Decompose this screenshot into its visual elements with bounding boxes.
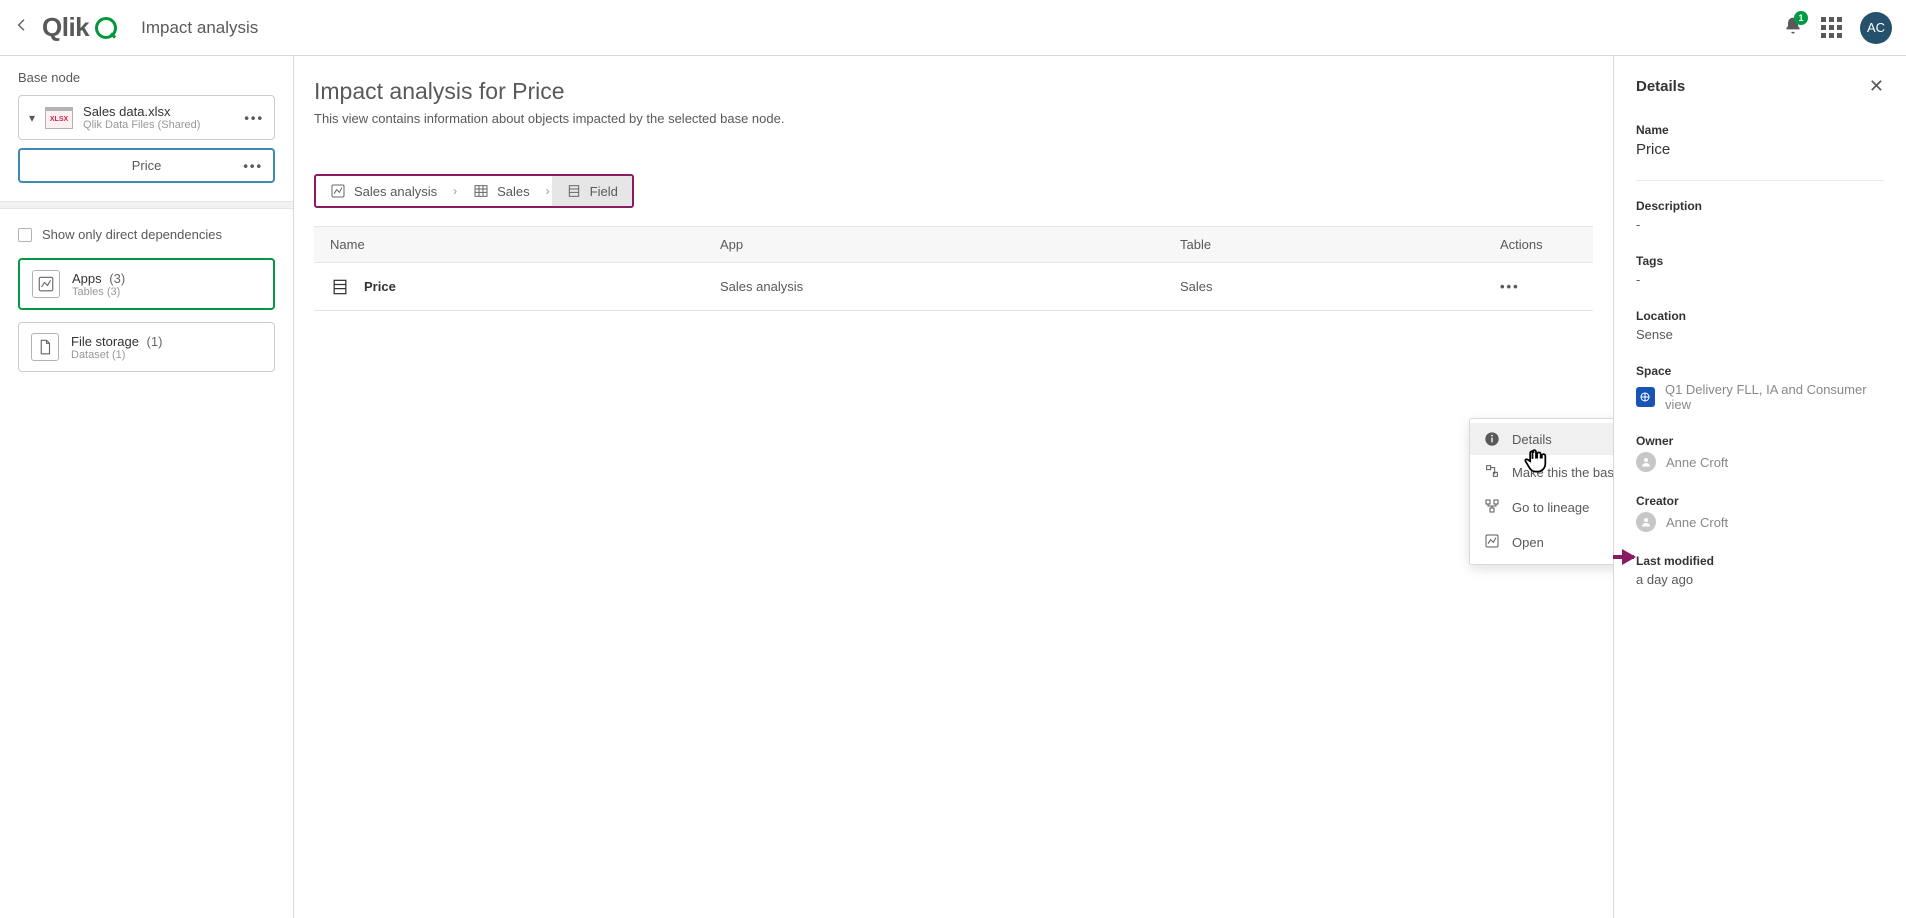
lineage-icon [1484,498,1500,514]
ctx-lineage[interactable]: Go to lineage [1470,490,1613,525]
col-actions: Actions [1484,227,1593,262]
field-icon [566,183,582,199]
notification-badge: 1 [1794,11,1808,25]
basenode-more-button[interactable]: ••• [244,110,264,125]
name-value: Price [1636,141,1884,158]
table-row[interactable]: Price Sales analysis Sales ••• [314,263,1593,311]
breadcrumb-field-label: Field [590,184,618,199]
close-button[interactable]: ✕ [1869,76,1884,97]
basenode-filename: Sales data.xlsx [83,104,200,119]
details-title: Details [1636,78,1685,95]
context-menu: Details Make this the base node Go to li… [1469,418,1613,565]
filter-apps-subtitle: Tables (3) [72,286,125,298]
breadcrumb: Sales analysis › Sales › Field [314,174,634,208]
left-sidebar: Base node ▾ XLSX Sales data.xlsx Qlik Da… [0,56,294,918]
breadcrumb-field[interactable]: Field [552,176,632,206]
info-icon [1484,431,1500,447]
modified-value: a day ago [1636,572,1884,587]
page-title: Impact analysis [141,18,258,38]
file-icon [31,333,59,361]
filter-apps[interactable]: Apps (3) Tables (3) [18,258,275,310]
chevron-left-icon [14,17,30,33]
description-value: - [1636,217,1884,232]
app-launcher-button[interactable] [1821,17,1842,38]
col-app[interactable]: App [704,227,1164,262]
filter-files-title: File storage [71,334,139,349]
basenode-icon [1484,463,1500,479]
col-table[interactable]: Table [1164,227,1484,262]
basenode-section-label: Base node [18,70,275,85]
filter-files-subtitle: Dataset (1) [71,349,162,361]
breadcrumb-app[interactable]: Sales analysis [316,176,451,206]
creator-label: Creator [1636,494,1884,508]
selected-field-label: Price [132,158,162,173]
ctx-details-label: Details [1512,432,1552,447]
apps-icon [32,270,60,298]
chevron-right-icon: › [451,184,459,198]
topbar: Qlik Impact analysis 1 AC [0,0,1906,56]
row-table: Sales [1164,269,1484,304]
chevron-down-icon[interactable]: ▾ [29,111,35,125]
main-content: Impact analysis for Price This view cont… [294,56,1613,918]
ctx-lineage-label: Go to lineage [1512,500,1589,515]
filter-filestorage[interactable]: File storage (1) Dataset (1) [18,322,275,372]
open-icon [1484,533,1500,549]
ctx-open[interactable]: Open [1470,525,1613,560]
location-label: Location [1636,309,1884,323]
selected-field-more-button[interactable]: ••• [243,158,263,173]
logo-q-icon [95,17,117,39]
xlsx-file-icon: XLSX [45,107,73,129]
ctx-open-label: Open [1512,535,1544,550]
filter-apps-count: (3) [109,271,125,286]
location-value: Sense [1636,327,1884,342]
breadcrumb-table[interactable]: Sales [459,176,544,206]
table-header: Name App Table Actions [314,226,1593,263]
space-icon [1636,387,1655,407]
impact-table: Name App Table Actions Price Sales analy… [314,226,1593,311]
name-label: Name [1636,123,1884,137]
details-panel: Details ✕ Name Price Description - Tags … [1613,56,1906,918]
cursor-icon [1522,446,1550,474]
creator-value: Anne Croft [1666,515,1728,530]
filter-apps-title: Apps [72,271,102,286]
modified-label: Last modified [1636,554,1884,568]
space-label: Space [1636,364,1884,378]
selected-field-chip[interactable]: Price ••• [18,148,275,183]
owner-value: Anne Croft [1666,455,1728,470]
basenode-card[interactable]: ▾ XLSX Sales data.xlsx Qlik Data Files (… [18,95,275,140]
space-value: Q1 Delivery FLL, IA and Consumer view [1665,382,1884,412]
basenode-filemeta: Qlik Data Files (Shared) [83,119,200,131]
breadcrumb-app-label: Sales analysis [354,184,437,199]
creator-avatar-icon [1636,512,1656,532]
row-name: Price [364,279,396,294]
back-button[interactable] [14,17,34,38]
description-label: Description [1636,199,1884,213]
logo-text: Qlik [42,12,89,43]
filter-files-count: (1) [147,334,163,349]
tags-label: Tags [1636,254,1884,268]
sidebar-separator [0,201,293,209]
owner-avatar-icon [1636,452,1656,472]
show-direct-label: Show only direct dependencies [42,227,222,242]
checkbox-icon [18,228,32,242]
show-direct-checkbox[interactable]: Show only direct dependencies [18,227,275,242]
tags-value: - [1636,272,1884,287]
col-name[interactable]: Name [314,227,704,262]
app-icon [330,183,346,199]
divider [1636,180,1884,181]
breadcrumb-table-label: Sales [497,184,530,199]
main-heading: Impact analysis for Price [314,78,1593,105]
row-app: Sales analysis [704,269,1164,304]
notifications-button[interactable]: 1 [1783,16,1803,39]
chevron-right-icon: › [544,184,552,198]
owner-label: Owner [1636,434,1884,448]
main-subtitle: This view contains information about obj… [314,111,1593,126]
field-icon [330,277,350,297]
user-avatar[interactable]: AC [1860,12,1892,44]
row-actions-button[interactable]: ••• [1500,279,1520,294]
table-icon [473,183,489,199]
qlik-logo[interactable]: Qlik [42,12,117,43]
